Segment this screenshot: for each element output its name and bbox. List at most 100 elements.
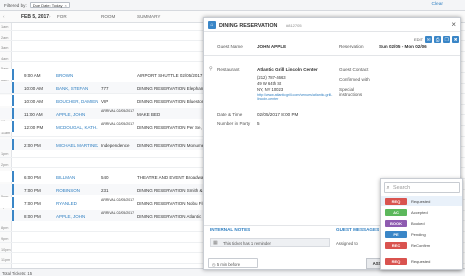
item-guest[interactable]: ROBINSON [56,188,80,193]
location-pin-icon: ⚲ [209,66,213,72]
list-item[interactable]: 8:00 PM APPLE, JOHN ARRIVAL 02/05/2017 D… [0,210,205,221]
status-option-label: Booked [411,220,425,226]
item-time: 7:00 PM [24,187,41,193]
item-room: 540 [101,174,109,180]
list-item[interactable]: 11:00 AM APPLE, JOHN ARRIVAL 02/05/2017 … [0,108,205,119]
item-guest[interactable]: BOUCHER, DAMIEN [56,99,98,104]
internal-notes-tab[interactable]: INTERNAL NOTES [210,227,250,232]
copy-icon[interactable]: ❐ [443,35,451,43]
restaurant-address-2: NY, NY 10023 [257,87,284,92]
filter-bar: Filtered by: Due Date: Today × Clear [0,0,465,11]
filter-chip[interactable]: Due Date: Today × [29,2,70,8]
guest-name[interactable]: JOHN APPLE [257,44,286,49]
panel-title: DINING RESERVATION [219,22,278,29]
status-option-reconfirm[interactable]: REC ReConfirm [381,240,462,250]
status-badge: PE [385,230,407,238]
reminder-select-value: 5 min before [216,261,241,267]
item-room: ARRIVAL 02/05/2017 [101,210,135,215]
item-time: 8:00 PM [24,213,41,219]
filter-chip-label: Due Date: Today [32,2,63,8]
close-icon[interactable]: × [451,20,456,29]
reminder-notice[interactable]: ▦ This ticket has 1 reminder [210,238,330,247]
party-size-value: 5 [257,121,260,126]
status-option-pending[interactable]: PE Pending [381,229,462,239]
edit-button[interactable]: EDIT [414,37,423,42]
list-item[interactable]: 6:00 PM BILLMAN 540 THEATRE AND EVENT Br… [0,171,206,182]
time-slot-label: 2am [1,35,9,40]
status-dropdown: ⌕ Search REQ Requested AC Accepted BOOK … [380,178,463,270]
item-time: 2:00 PM [24,142,41,148]
item-room: 231 [101,187,109,193]
status-option-booked[interactable]: BOOK Booked [381,218,462,228]
status-option-requested[interactable]: REQ Requested [381,196,462,206]
chevron-left-icon[interactable]: ‹ [3,14,5,19]
app: Filtered by: Due Date: Today × Clear ‹ F… [0,0,465,276]
assigned-to-label: Assigned to [336,241,358,246]
search-icon: ⌕ [386,184,390,191]
time-slot-label: 1am [1,25,9,29]
list-item[interactable]: 7:00 PM ROBINSON 231 DINING RESERVATION … [0,184,205,195]
item-time: 12:00 PM [24,124,44,130]
status-badge: AC [385,208,407,216]
restaurant-phone: (212) 787-4663 [257,75,286,80]
status-badge: REQ [385,257,407,265]
list-item[interactable]: 10:00 AM BANK, STEFAN 777 DINING RESERVA… [0,82,209,93]
status-strip [12,210,14,221]
filter-label: Filtered by: [4,2,27,8]
item-guest[interactable]: MCDOUGAL, KATH... [56,125,98,130]
time-slot-label: 2pm [1,162,9,167]
restaurant-url[interactable]: http://www.atlanticgrill.com/venues/atla… [257,93,339,102]
list-item[interactable]: 7:00 PM RYANLED ARRIVAL 02/05/2017 DININ… [0,197,208,208]
grid-date[interactable]: FEB 5, 2017 [21,14,49,20]
item-guest[interactable]: RYANLED [56,201,77,206]
status-badge: BOOK [385,219,407,227]
item-room: ARRIVAL 02/05/2017 [101,121,135,126]
panel-toolbar: EDIT ✉ ⎙ ❐ ✖ [414,34,460,44]
restaurant-name: Atlantic Grill Lincoln Center [257,67,318,72]
column-summary[interactable]: SUMMARY [137,14,160,19]
reservation-label: Reservation [339,44,364,49]
dining-icon: ⌂ [208,21,216,29]
list-item[interactable]: 10:00 AM BOUCHER, DAMIEN VIP DINING RESE… [0,95,207,106]
reminder-select[interactable]: ◷ 5 min before [208,258,258,268]
status-strip [12,121,14,132]
clear-filters-link[interactable]: Clear [432,2,443,7]
close-icon[interactable]: × [64,3,66,8]
status-search-placeholder: Search [393,185,411,191]
guest-messages-tab[interactable]: GUEST MESSAGES [336,227,379,232]
chevron-right-icon[interactable]: › [49,14,51,19]
status-badge: REC [385,241,407,249]
item-guest[interactable]: BILLMAN [56,175,75,180]
status-search-input[interactable]: ⌕ Search [384,182,460,193]
status-option-requested-current[interactable]: REQ Requested [381,256,462,266]
status-option-label: Requested [411,198,431,204]
item-guest[interactable]: MICHAEL MARTINEZ [56,143,98,148]
list-item[interactable]: 12:00 PM MCDOUGAL, KATH... ARRIVAL 02/05… [0,121,214,132]
item-guest[interactable]: BANK, STEFAN [56,86,88,91]
item-summary: DINING RESERVATION Elephant & [137,85,209,91]
status-option-accepted[interactable]: AC Accepted [381,207,462,217]
item-room: ARRIVAL 02/05/2017 [101,197,135,202]
item-summary: DINING RESERVATION Nobu Fifty [137,200,208,206]
mail-icon[interactable]: ✉ [425,35,433,43]
status-option-label: Pending [411,231,426,237]
item-summary: DINING RESERVATION Atlantic [137,213,202,219]
item-guest[interactable]: APPLE, JOHN [56,112,85,117]
trash-icon[interactable]: ✖ [452,35,460,43]
item-guest[interactable]: BROWN [56,73,73,78]
restaurant-address-1: 49 W 64th St [257,81,282,86]
column-room[interactable]: ROOM [101,14,115,19]
item-room: 777 [101,85,109,91]
list-item[interactable]: 2:00 PM MICHAEL MARTINEZ Independence DI… [0,139,208,150]
confirmed-with-label: Confirmed with [339,77,370,82]
restaurant-label: Restaurant [217,67,240,72]
item-guest[interactable]: APPLE, JOHN [56,214,85,219]
printer-icon[interactable]: ⎙ [434,35,442,43]
time-slot-label: 4am [1,56,9,61]
time-slot-label: 8pm [1,226,9,231]
column-for[interactable]: FOR [57,14,67,19]
time-slot-label: 10pm [1,247,11,252]
item-time: 7:00 PM [24,200,41,206]
list-item[interactable]: 9:00 AM BROWN AIRPORT SHUTTLE 02/05/2017… [0,69,220,80]
status-strip [12,171,14,182]
